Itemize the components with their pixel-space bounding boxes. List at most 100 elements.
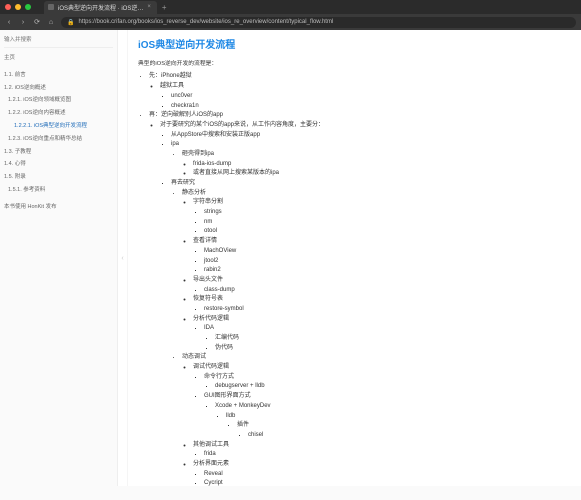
search-input[interactable] (4, 35, 113, 48)
tab-close-icon[interactable]: × (147, 4, 151, 10)
sub-list: IDA汇编代码伪代码 (193, 324, 571, 353)
sub-list: 插件chisel (226, 421, 571, 440)
sidebar-item[interactable]: 1.2.1. iOS逆向领域概览图 (4, 94, 113, 107)
browser-toolbar: ‹ › ⟳ ⌂ 🔒 https://book.crifan.org/books/… (0, 14, 581, 30)
sub-list: 砸壳得到ipafrida-ios-dump或者直接从网上搜索某版本的ipa (171, 150, 571, 179)
list-item: Cycript (204, 479, 571, 486)
list-item: 再去研究静态分析字符串分割stringsnmotool查看详情MachOView… (171, 179, 571, 486)
titlebar (0, 0, 44, 14)
sidebar-item[interactable]: 本书使用 HonKit 发布 (4, 201, 113, 214)
list-item: jtool2 (204, 257, 571, 266)
list-item: 越狱工具unc0vercheckra1n (160, 82, 571, 111)
sidebar-item[interactable]: 1.1. 前言 (4, 69, 113, 82)
forward-button[interactable]: › (19, 19, 27, 26)
browser-chrome: iOS典型逆向开发流程 · iOS逆… × + ‹ › ⟳ ⌂ 🔒 https:… (0, 0, 581, 30)
sidebar-item[interactable]: 1.5.1. 参考资料 (4, 184, 113, 197)
list-item: 分析代码逻辑IDA汇编代码伪代码 (193, 315, 571, 353)
sub-list: chisel (237, 431, 571, 440)
list-item: frida-ios-dump (193, 160, 571, 169)
sidebar-item[interactable]: 1.2. iOS逆向概述 (4, 82, 113, 95)
sub-list: lldb插件chisel (215, 412, 571, 441)
list-item: MachOView (204, 247, 571, 256)
list-item: 动态调试调试代码逻辑命令行方式debugserver + lldbGUI图形界面… (182, 353, 571, 486)
list-item: GUI图形界面方式Xcode + MonkeyDevlldb插件chisel (204, 392, 571, 440)
address-bar[interactable]: 🔒 https://book.crifan.org/books/ios_reve… (61, 17, 576, 28)
list-item: lldb插件chisel (226, 412, 571, 441)
list-item: 从AppStore中搜索和安装正版app (171, 131, 571, 140)
sub-list: restore-symbol (193, 305, 571, 314)
tab-favicon-icon (48, 4, 54, 10)
list-item: otool (204, 227, 571, 236)
page-title: iOS典型逆向开发流程 (138, 38, 571, 54)
list-item: 对于要研究的某个iOS的app来说，从工作内容角度，主要分：从AppStore中… (160, 121, 571, 486)
sub-list: RevealCycript (193, 470, 571, 486)
list-item: restore-symbol (204, 305, 571, 314)
sub-list: MachOViewjtool2rabin2 (193, 247, 571, 276)
list-item: 字符串分割stringsnmotool (193, 198, 571, 236)
sub-list: 字符串分割stringsnmotool查看详情MachOViewjtool2ra… (182, 198, 571, 353)
list-item: chisel (248, 431, 571, 440)
list-item: 恢复符号表restore-symbol (193, 295, 571, 314)
sub-list: class-dump (193, 286, 571, 295)
minimize-window-icon[interactable] (15, 4, 21, 10)
sub-list: 越狱工具unc0vercheckra1n (149, 82, 571, 111)
list-item: ipa砸壳得到ipafrida-ios-dump或者直接从网上搜索某版本的ipa (171, 140, 571, 178)
intro-text: 典型的iOS逆向开发的流程是： (138, 60, 571, 69)
list-item: debugserver + lldb (215, 382, 571, 391)
sidebar-nav: 主页1.1. 前言1.2. iOS逆向概述1.2.1. iOS逆向领域概览图1.… (4, 52, 113, 214)
sub-list: frida (193, 450, 571, 459)
list-item: strings (204, 208, 571, 217)
list-item: unc0ver (171, 92, 571, 101)
list-item: IDA汇编代码伪代码 (204, 324, 571, 353)
browser-tab[interactable]: iOS典型逆向开发流程 · iOS逆… × (44, 1, 157, 14)
list-item: nm (204, 218, 571, 227)
list-item: 汇编代码 (215, 334, 571, 343)
sidebar-collapse-button[interactable]: ‹ (118, 30, 128, 486)
sidebar-item[interactable]: 1.5. 附录 (4, 171, 113, 184)
content-area[interactable]: iOS典型逆向开发流程 典型的iOS逆向开发的流程是： 先：iPhone越狱越狱… (128, 30, 581, 486)
tab-title: iOS典型逆向开发流程 · iOS逆… (58, 3, 143, 12)
lock-icon: 🔒 (67, 19, 74, 26)
list-item: 伪代码 (215, 344, 571, 353)
sub-list: 静态分析字符串分割stringsnmotool查看详情MachOViewjtoo… (171, 189, 571, 486)
list-item: class-dump (204, 286, 571, 295)
tab-bar: iOS典型逆向开发流程 · iOS逆… × + (44, 0, 172, 14)
list-item: 先：iPhone越狱越狱工具unc0vercheckra1n (149, 72, 571, 110)
back-button[interactable]: ‹ (5, 19, 13, 26)
list-item: 分析界面元素RevealCycript (193, 460, 571, 486)
sub-list: unc0vercheckra1n (160, 92, 571, 111)
sidebar-item[interactable]: 1.2.2. iOS逆向内容概述 (4, 107, 113, 120)
sidebar: 主页1.1. 前言1.2. iOS逆向概述1.2.1. iOS逆向领域概览图1.… (0, 30, 118, 486)
sub-list: 调试代码逻辑命令行方式debugserver + lldbGUI图形界面方式Xc… (182, 363, 571, 486)
reload-button[interactable]: ⟳ (33, 18, 41, 26)
page: 主页1.1. 前言1.2. iOS逆向概述1.2.1. iOS逆向领域概览图1.… (0, 30, 581, 486)
list-item: Xcode + MonkeyDevlldb插件chisel (215, 402, 571, 440)
chevron-left-icon: ‹ (121, 255, 123, 262)
list-item: 其他调试工具frida (193, 441, 571, 460)
list-item: 导出头文件class-dump (193, 276, 571, 295)
sub-list: 从AppStore中搜索和安装正版appipa砸壳得到ipafrida-ios-… (160, 131, 571, 486)
home-button[interactable]: ⌂ (47, 19, 55, 26)
sidebar-item[interactable]: 1.4. 心得 (4, 158, 113, 171)
list-item: 命令行方式debugserver + lldb (204, 373, 571, 392)
sidebar-item[interactable]: 1.3. 子教程 (4, 146, 113, 159)
sub-list: debugserver + lldb (204, 382, 571, 391)
sub-list: Xcode + MonkeyDevlldb插件chisel (204, 402, 571, 440)
bullet-tree: 先：iPhone越狱越狱工具unc0vercheckra1n再：逆向破解别人iO… (138, 72, 571, 486)
close-window-icon[interactable] (5, 4, 11, 10)
sub-list: 命令行方式debugserver + lldbGUI图形界面方式Xcode + … (193, 373, 571, 440)
sub-list: stringsnmotool (193, 208, 571, 237)
list-item: 插件chisel (237, 421, 571, 440)
list-item: 查看详情MachOViewjtool2rabin2 (193, 237, 571, 275)
list-item: frida (204, 450, 571, 459)
sidebar-item[interactable]: 1.2.2.1. iOS典型逆向开发流程 (4, 120, 113, 133)
list-item: 砸壳得到ipafrida-ios-dump或者直接从网上搜索某版本的ipa (182, 150, 571, 179)
list-item: rabin2 (204, 266, 571, 275)
list-item: 再：逆向破解别人iOS的app对于要研究的某个iOS的app来说，从工作内容角度… (149, 111, 571, 486)
list-item: 或者直接从网上搜索某版本的ipa (193, 169, 571, 178)
sidebar-item[interactable]: 主页 (4, 52, 113, 65)
maximize-window-icon[interactable] (25, 4, 31, 10)
new-tab-button[interactable]: + (157, 3, 172, 12)
window-controls (5, 4, 31, 10)
sidebar-item[interactable]: 1.2.3. iOS逆向重点和精华总结 (4, 133, 113, 146)
